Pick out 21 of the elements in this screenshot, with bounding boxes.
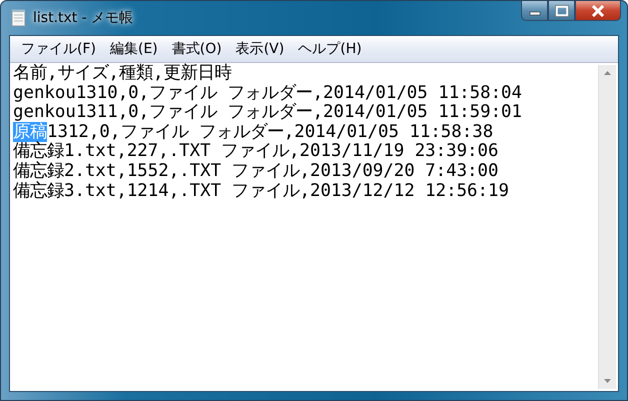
- text-line: 備忘録2.txt,1552,.TXT ファイル,2013/09/20 7:43:00: [13, 160, 498, 181]
- maximize-button[interactable]: [548, 1, 575, 21]
- close-button[interactable]: [575, 1, 621, 21]
- notepad-icon: [11, 9, 27, 27]
- close-icon: [591, 4, 605, 16]
- maximize-icon: [554, 4, 568, 16]
- selected-text: 原稿: [13, 122, 47, 142]
- menu-item[interactable]: 編集(E): [102, 40, 165, 58]
- text-line: genkou1311,0,ファイル フォルダー,2014/01/05 11:59:01: [13, 102, 522, 122]
- menu-item[interactable]: 書式(O): [164, 40, 229, 58]
- text-line: 備忘録1.txt,227,.TXT ファイル,2013/11/19 23:39:06: [13, 141, 498, 162]
- scrollbar-track[interactable]: [598, 65, 616, 389]
- text-line: 1312,0,ファイル フォルダー,2014/01/05 11:58:38: [47, 122, 494, 142]
- menu-item[interactable]: 表示(V): [228, 40, 292, 58]
- minimize-button[interactable]: [521, 1, 548, 21]
- text-line: 名前,サイズ,種類,更新日時: [13, 63, 232, 83]
- text-line: 備忘録3.txt,1214,.TXT ファイル,2013/12/12 12:56:19: [13, 180, 509, 201]
- menu-item[interactable]: ファイル(F): [14, 40, 103, 58]
- menu-item[interactable]: ヘルプ(H): [291, 40, 369, 58]
- text-line: genkou1310,0,ファイル フォルダー,2014/01/05 11:58:04: [13, 82, 522, 103]
- window-title: list.txt - メモ帳: [33, 9, 134, 27]
